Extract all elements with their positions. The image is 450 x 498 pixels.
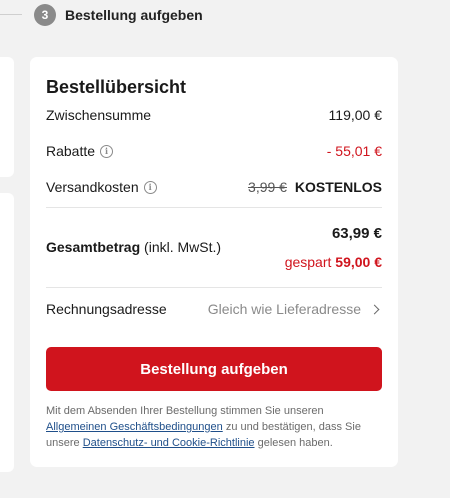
left-panel-card-bottom (0, 193, 14, 472)
left-panel-card-top (0, 57, 14, 177)
shipping-row: Versandkosten i 3,99 € KOSTENLOS (46, 179, 382, 195)
billing-address-value: Gleich wie Lieferadresse (207, 301, 361, 317)
step-label: Bestellung aufgeben (65, 7, 203, 23)
shipping-old-price: 3,99 € (248, 179, 287, 195)
total-label: Gesamtbetrag (inkl. MwSt.) (46, 239, 222, 255)
discount-value: - 55,01 € (326, 143, 382, 159)
billing-address-row[interactable]: Rechnungsadresse Gleich wie Lieferadress… (46, 301, 382, 317)
subtotal-row: Zwischensumme 119,00 € (46, 107, 382, 123)
summary-title: Bestellübersicht (46, 77, 187, 97)
divider (46, 207, 382, 208)
step-number-badge: 3 (34, 4, 56, 26)
divider (46, 287, 382, 288)
place-order-button[interactable]: Bestellung aufgeben (46, 347, 382, 391)
legal-notice: Mit dem Absenden Ihrer Bestellung stimme… (46, 405, 361, 449)
subtotal-label: Zwischensumme (46, 107, 152, 123)
step-connector-line (0, 14, 22, 15)
billing-address-label: Rechnungsadresse (46, 301, 167, 317)
info-icon[interactable]: i (100, 144, 114, 158)
shipping-value: KOSTENLOS (294, 179, 382, 195)
savings-text: gespart 59,00 € (284, 254, 382, 270)
subtotal-value: 119,00 € (328, 107, 382, 123)
shipping-label: Versandkosten (46, 179, 139, 195)
discount-label: Rabatte (46, 143, 96, 159)
total-value: 63,99 € (331, 225, 382, 242)
terms-link[interactable]: Allgemeinen Geschäftsbedingungen (46, 421, 223, 433)
checkout-step-3: 3 Bestellung aufgeben (34, 2, 203, 28)
order-summary-card: Bestellübersicht Zwischensumme 119,00 € … (30, 57, 398, 467)
info-icon[interactable]: i (143, 180, 157, 194)
discount-row: Rabatte i - 55,01 € (46, 143, 382, 159)
chevron-right-icon (369, 304, 380, 314)
privacy-policy-link[interactable]: Datenschutz- und Cookie-Richtlinie (83, 437, 255, 449)
